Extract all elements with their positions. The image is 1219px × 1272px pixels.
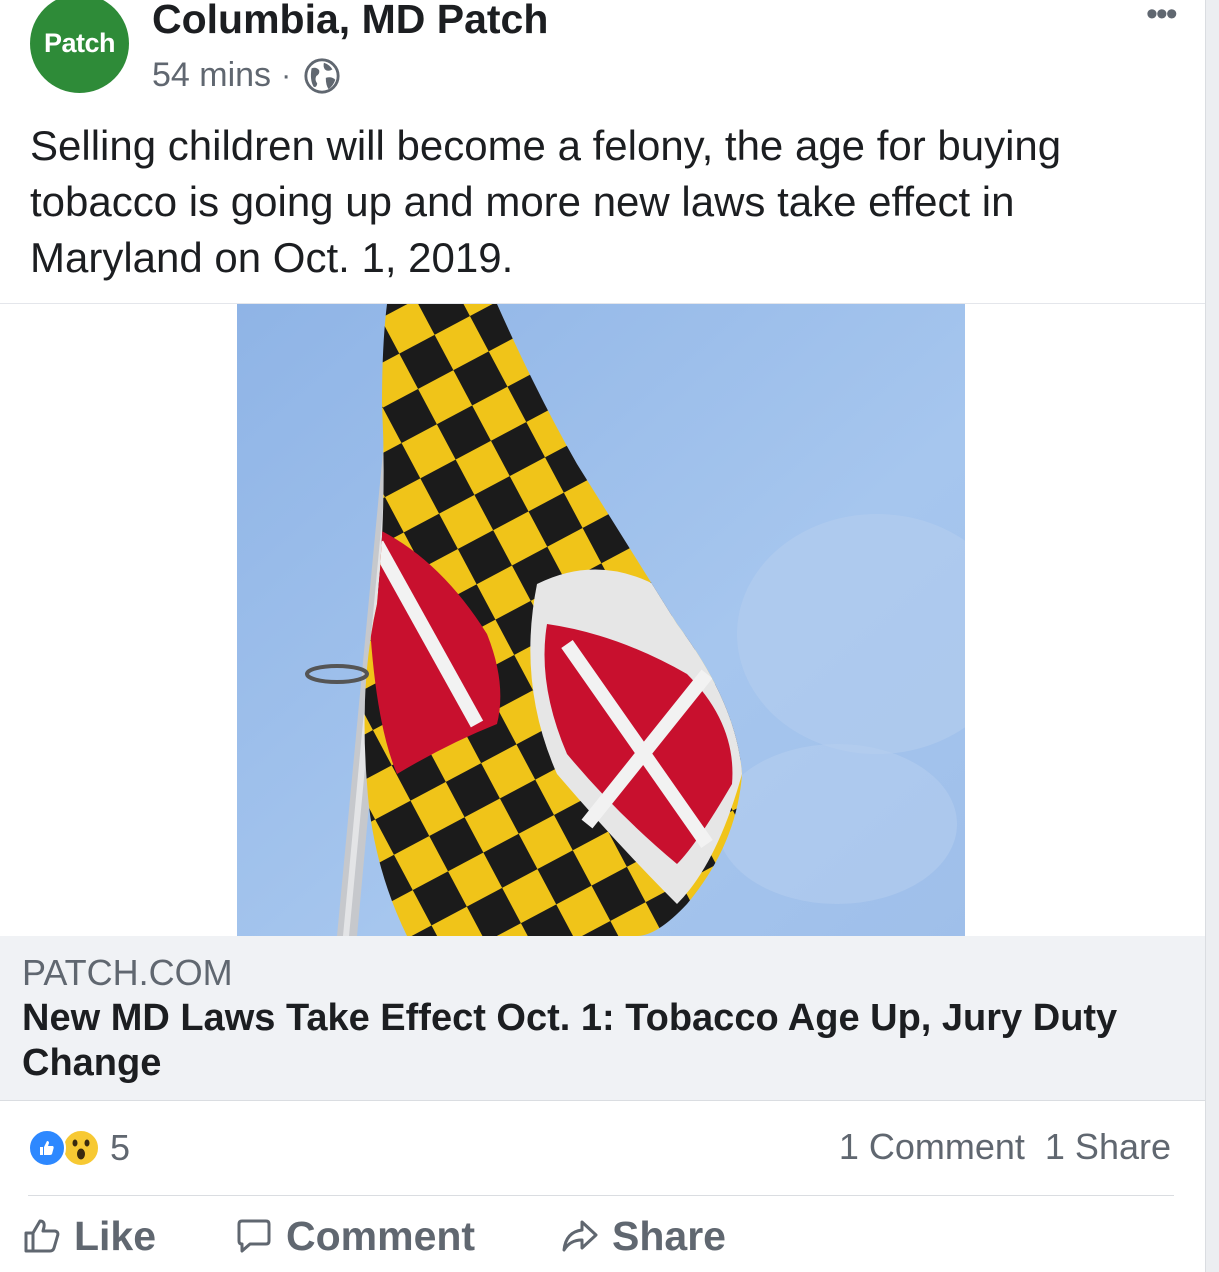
comment-count-link[interactable]: 1 Comment (839, 1126, 1025, 1167)
divider (28, 1195, 1174, 1196)
globe-icon (304, 57, 340, 94)
share-label: Share (612, 1212, 726, 1259)
link-title[interactable]: New MD Laws Take Effect Oct. 1: Tobacco … (22, 996, 1172, 1086)
share-arrow-icon (562, 1220, 598, 1252)
more-options-button[interactable]: ••• (1146, 0, 1178, 31)
comment-label: Comment (286, 1212, 476, 1259)
avatar-logo-text: Patch (43, 28, 116, 58)
share-count-link[interactable]: 1 Share (1045, 1126, 1171, 1167)
link-preview-image[interactable] (237, 304, 965, 936)
comment-bubble-icon (237, 1219, 271, 1253)
post-text: Selling children will become a felony, t… (30, 122, 1062, 281)
meta-separator: · (281, 58, 292, 92)
comment-button[interactable]: Comment (234, 1206, 475, 1266)
like-label: Like (74, 1212, 157, 1259)
maryland-flag-photo (237, 304, 965, 936)
reaction-count: 5 (110, 1127, 131, 1168)
thumbs-up-icon (24, 1219, 60, 1253)
page-avatar[interactable]: Patch (30, 0, 129, 93)
reactions-summary[interactable]: 5 (28, 1127, 131, 1168)
like-reaction-icon (28, 1129, 66, 1167)
page-name-link[interactable]: Columbia, MD Patch (152, 0, 548, 43)
wow-reaction-icon (62, 1129, 100, 1167)
engagement-counts: 1 Comment 1 Share (839, 1126, 1171, 1168)
post-meta: 54 mins · (152, 56, 341, 95)
like-button[interactable]: Like (22, 1206, 156, 1266)
post-timestamp[interactable]: 54 mins (152, 56, 271, 95)
right-edge-gutter (1205, 0, 1219, 1272)
share-button[interactable]: Share (560, 1206, 726, 1266)
link-domain: PATCH.COM (22, 952, 233, 993)
